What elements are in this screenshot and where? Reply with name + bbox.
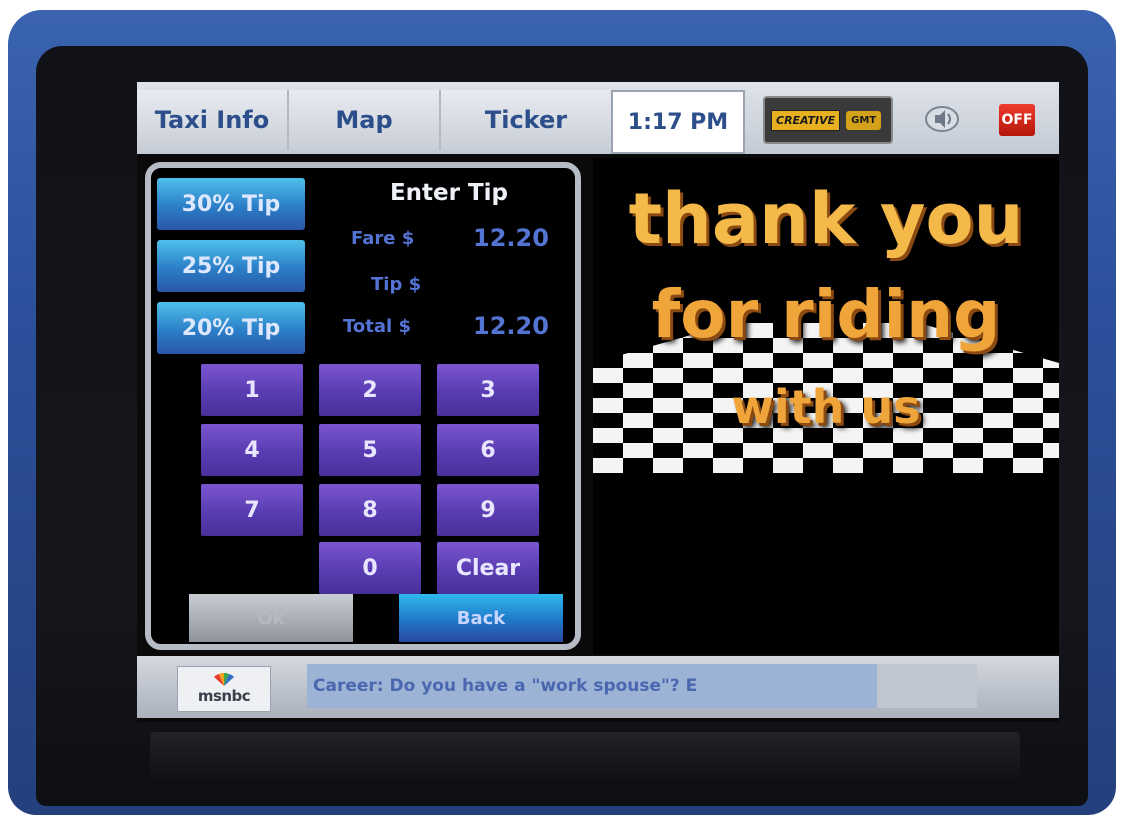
key-7[interactable]: 7 [201,484,303,536]
ad-line-for-riding: for riding [651,276,1001,353]
ad-line-thank-you: thank you [628,178,1024,260]
ad-line-with-us: with us [731,380,921,434]
ticker-end-panel [877,664,977,708]
msnbc-logo: msnbc [177,666,271,712]
taxi-screen: Taxi Info Map Ticker 1:17 PM CREATIVE GM… [137,82,1059,722]
key-8[interactable]: 8 [319,484,421,536]
key-9[interactable]: 9 [437,484,539,536]
key-2[interactable]: 2 [319,364,421,416]
tip-20-button[interactable]: 20% Tip [157,302,305,354]
news-ticker-bar: msnbc Career: Do you have a "work spouse… [137,656,1059,718]
creative-logo: CREATIVE GMT [763,96,893,144]
peacock-icon [214,673,234,686]
key-4[interactable]: 4 [201,424,303,476]
gmt-badge: GMT [846,110,882,130]
ticker-headline[interactable]: Career: Do you have a "work spouse"? E [307,664,877,708]
fare-label: Fare $ [351,228,415,249]
clear-button[interactable]: Clear [437,542,539,594]
key-6[interactable]: 6 [437,424,539,476]
ok-button[interactable]: Ok [189,594,353,642]
clock-display: 1:17 PM [611,90,745,154]
tip-panel: 30% Tip 25% Tip 20% Tip Enter Tip Fare $… [145,162,581,650]
top-bar: Taxi Info Map Ticker 1:17 PM CREATIVE GM… [137,82,1059,154]
key-1[interactable]: 1 [201,364,303,416]
tip-30-button[interactable]: 30% Tip [157,178,305,230]
tab-ticker[interactable]: Ticker [441,90,613,150]
key-3[interactable]: 3 [437,364,539,416]
off-button[interactable]: OFF [999,104,1035,136]
msnbc-logo-text: msnbc [197,687,251,705]
tab-map[interactable]: Map [289,90,441,150]
lower-bezel [150,732,1020,780]
creative-logo-text: CREATIVE [771,109,841,131]
key-5[interactable]: 5 [319,424,421,476]
tip-25-button[interactable]: 25% Tip [157,240,305,292]
tab-taxi-info[interactable]: Taxi Info [137,90,289,150]
total-value: 12.20 [473,312,549,340]
key-0[interactable]: 0 [319,542,421,594]
volume-icon[interactable] [923,104,961,134]
ad-panel: thank you for riding with us [593,158,1059,654]
tip-label: Tip $ [371,274,422,295]
total-label: Total $ [343,316,411,337]
fare-value: 12.20 [473,224,549,252]
enter-tip-title: Enter Tip [389,180,509,206]
back-button[interactable]: Back [399,594,563,642]
